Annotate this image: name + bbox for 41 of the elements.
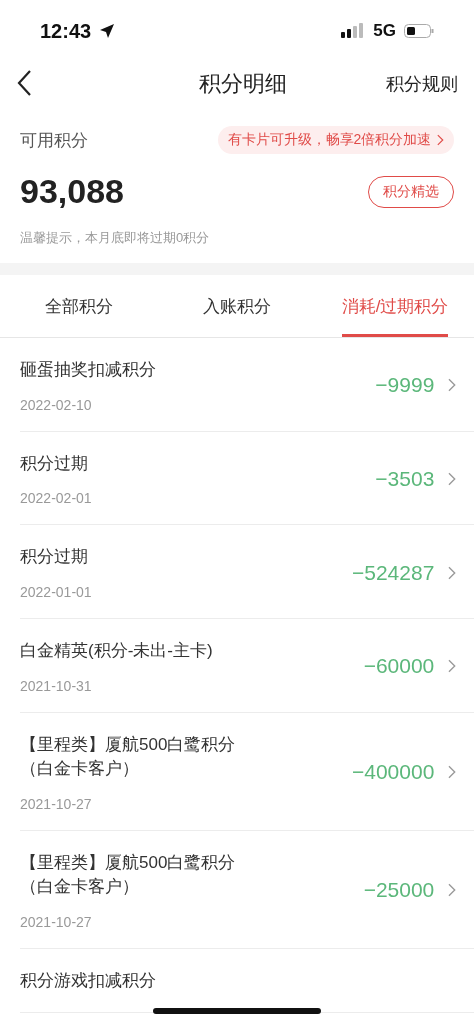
- record-date: 2022-01-01: [20, 583, 92, 600]
- chevron-icon: [448, 765, 456, 780]
- rules-link[interactable]: 积分规则: [386, 72, 458, 96]
- status-time: 12:43: [40, 19, 92, 43]
- record-amount: −3503: [375, 466, 435, 491]
- chevron-icon: [448, 471, 456, 486]
- page-title: 积分明细: [199, 70, 287, 98]
- chevron-icon: [448, 659, 456, 674]
- tab[interactable]: 消耗/过期积分: [316, 275, 474, 337]
- record-date: 2022-02-10: [20, 396, 93, 413]
- balance-label: 可用积分: [20, 129, 88, 152]
- record-amount: −400000: [351, 760, 435, 785]
- signal-icon: [341, 23, 366, 39]
- record-date: 2021-10-31: [20, 677, 93, 694]
- record-date: 2022-02-01: [20, 490, 92, 507]
- chevron-icon: [448, 565, 456, 580]
- record-title: 砸蛋抽奖扣减积分: [20, 359, 156, 381]
- location-arrow-icon: [99, 23, 116, 39]
- chevron-icon: [448, 883, 456, 898]
- tab[interactable]: 入账积分: [158, 275, 316, 337]
- chevron-icon: [437, 134, 444, 146]
- network-label: 5G: [373, 21, 396, 41]
- record-date: 2021-10-27: [20, 914, 93, 931]
- tab[interactable]: 全部积分: [0, 275, 158, 337]
- expiry-notice: 温馨提示，本月底即将过期0积分: [20, 229, 211, 247]
- record-amount: −9999: [375, 373, 435, 398]
- balance-value: 93,088: [20, 172, 124, 211]
- record-title: 积分游戏扣减积分: [20, 970, 156, 993]
- record-title: 积分过期: [20, 546, 89, 569]
- record-amount: −25000: [363, 878, 435, 903]
- record-title: 【里程类】厦航500白鹭积分（白金卡客户）: [20, 733, 237, 781]
- record-amount: −60000: [363, 654, 435, 679]
- record-title: 白金精英(积分-未出-主卡): [20, 639, 213, 662]
- record-date: 2021-10-27: [20, 795, 93, 812]
- chevron-icon: [448, 378, 456, 393]
- upgrade-banner[interactable]: 有卡片可升级，畅享2倍积分加速: [217, 126, 454, 154]
- record-title: 积分过期: [20, 452, 89, 475]
- record-amount: −524287: [351, 560, 435, 585]
- battery-icon: [404, 23, 434, 39]
- record-title: 【里程类】厦航500白鹭积分（白金卡客户）: [20, 851, 237, 899]
- featured-button[interactable]: 积分精选: [368, 175, 454, 208]
